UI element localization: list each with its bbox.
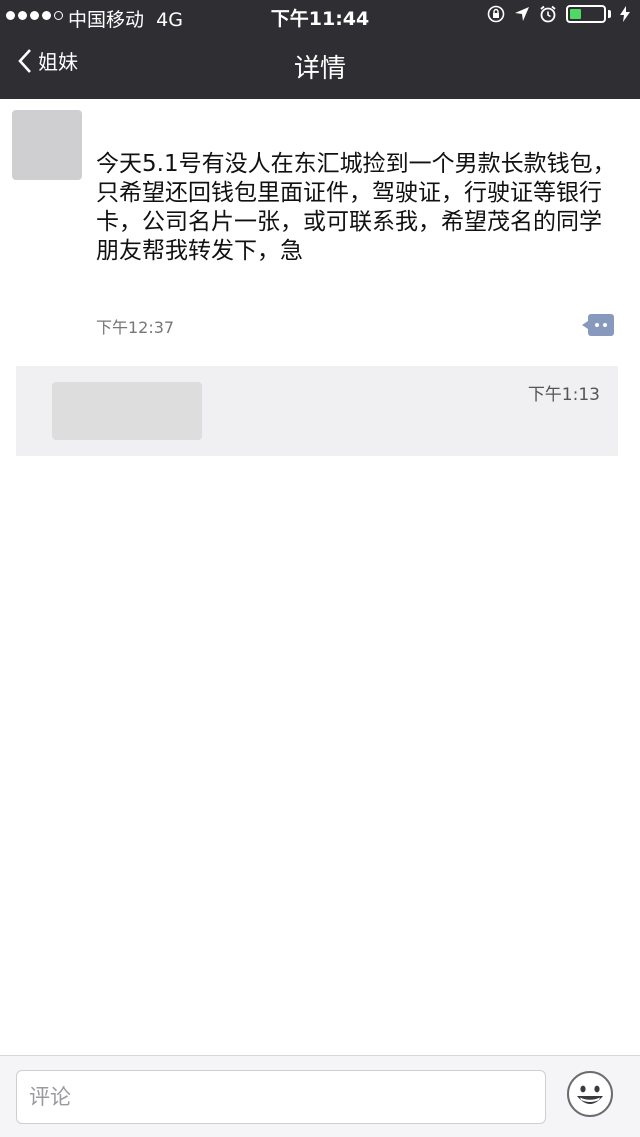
author-avatar[interactable] — [12, 110, 82, 180]
commenter-avatar[interactable] — [52, 382, 202, 440]
status-icons — [487, 5, 630, 23]
location-arrow-icon — [515, 7, 529, 21]
status-bar: 中国移动 4G 下午11:44 — [0, 0, 640, 32]
post-timestamp: 下午12:37 — [96, 318, 175, 337]
dot-icon — [603, 323, 607, 327]
alarm-icon — [540, 5, 556, 23]
top-bar: 中国移动 4G 下午11:44 姐妹 详情 — [0, 0, 640, 99]
battery-cap — [608, 10, 611, 18]
battery-icon — [566, 5, 606, 23]
charging-bolt-icon — [620, 6, 630, 22]
emoji-icon[interactable] — [566, 1070, 614, 1118]
comment-input-bar — [0, 1055, 640, 1137]
comment-action-button[interactable] — [582, 314, 614, 336]
page-title: 详情 — [293, 54, 346, 84]
orientation-lock-icon — [487, 5, 505, 23]
dot-icon — [595, 323, 599, 327]
post-text: 今天5.1号有没人在东汇城捡到一个男款长款钱包，只希望还回钱包里面证件，驾驶证，… — [96, 151, 616, 264]
comment-item: 下午1:13 — [16, 366, 618, 456]
nav-bar: 姐妹 详情 — [0, 32, 640, 99]
comment-input[interactable] — [16, 1070, 546, 1124]
comment-timestamp: 下午1:13 — [527, 385, 600, 405]
